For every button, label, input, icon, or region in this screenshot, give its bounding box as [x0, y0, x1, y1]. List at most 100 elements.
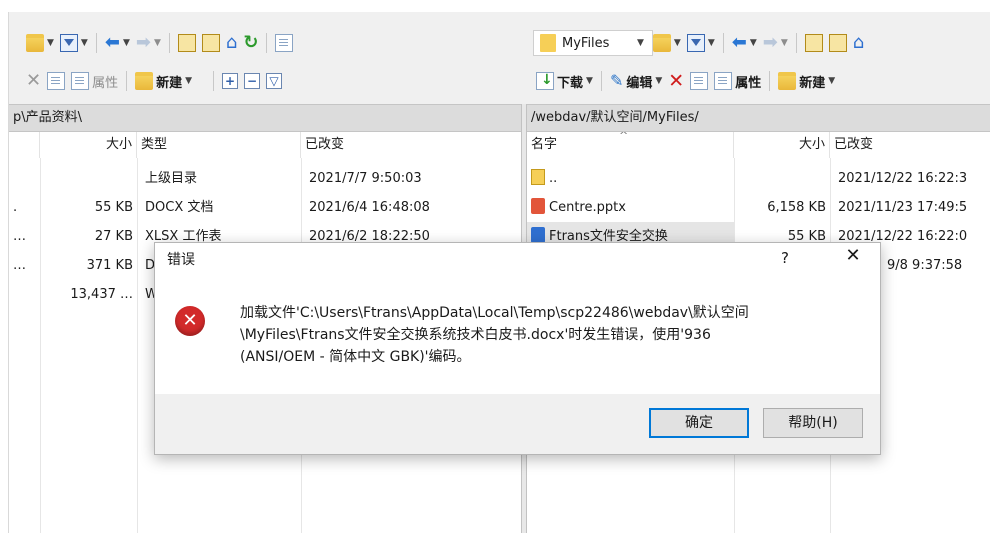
left-toolbar-nav: ▼ ▼ ⬅ ▼ ➡ ▼ ⌂ ↻: [23, 28, 296, 58]
chevron-down-icon: ▼: [153, 38, 161, 48]
refresh-icon: ↻: [243, 32, 259, 53]
chevron-down-icon: ▼: [122, 38, 130, 48]
chevron-down-icon[interactable]: ▼: [637, 38, 644, 48]
expand-button[interactable]: +: [219, 69, 241, 93]
edit-button[interactable]: ✎ 编辑 ▼: [607, 69, 665, 93]
rename-button[interactable]: [687, 69, 711, 93]
open-folder-icon: [26, 34, 44, 52]
plus-icon: +: [222, 73, 239, 89]
row-size: [734, 164, 830, 193]
close-icon[interactable]: ✕: [841, 245, 865, 266]
filter-icon: [59, 34, 78, 52]
row-name-marker: …: [13, 229, 26, 244]
back-arrow-icon: ⬅: [731, 32, 747, 53]
row-size: 6,158 KB: [767, 200, 826, 215]
toolbar-separator: [213, 71, 215, 91]
column-header-name[interactable]: 名字 ^: [527, 132, 734, 158]
column-header-modified[interactable]: 已改变: [830, 132, 990, 158]
root-directory-icon: [201, 34, 220, 52]
download-icon: [536, 72, 554, 90]
download-button[interactable]: 下载▼: [533, 69, 596, 93]
docx-file-icon: [531, 227, 545, 243]
home-button[interactable]: ⌂: [850, 31, 867, 55]
column-header-name-label: 名字: [531, 137, 558, 152]
open-folder-button[interactable]: ▼: [650, 31, 684, 55]
left-path-bar[interactable]: p\产品资料\: [9, 104, 521, 132]
column-header-size[interactable]: 大小: [734, 132, 830, 158]
new-button[interactable]: 新建 ▼: [132, 69, 195, 93]
row-name-label: ..: [549, 171, 558, 186]
home-button[interactable]: ⌂: [223, 31, 240, 55]
new-label: 新建: [799, 75, 826, 91]
left-toolbar-actions: ✕ 属性 新建 ▼ + − ▽: [23, 66, 285, 96]
collapse-button[interactable]: −: [241, 69, 263, 93]
column-header-name[interactable]: [9, 132, 40, 158]
column-header-type[interactable]: 类型: [137, 132, 301, 158]
properties-label: 属性: [735, 75, 762, 91]
delete-icon: ✕: [26, 70, 42, 91]
error-icon: ✕: [175, 306, 205, 336]
properties-label: 属性: [92, 75, 119, 91]
back-arrow-icon: ⬅: [104, 32, 120, 53]
row-name: ..: [527, 164, 734, 193]
properties-button[interactable]: 属性: [68, 69, 121, 93]
help-icon[interactable]: ?: [781, 249, 789, 267]
properties-button[interactable]: 属性: [711, 69, 764, 93]
parent-directory-icon: [531, 169, 545, 185]
chevron-down-icon: ▼: [185, 76, 193, 86]
rename-icon: [47, 72, 66, 90]
help-button[interactable]: 帮助(H): [763, 408, 863, 438]
right-path-bar[interactable]: /webdav/默认空间/MyFiles/: [527, 104, 990, 132]
delete-button[interactable]: ✕: [665, 69, 687, 93]
row-type: 上级目录: [145, 171, 198, 186]
right-toolbar-actions: 下载▼ ✎编辑▼ ✕ 属性 新建▼: [533, 66, 838, 96]
filter-button[interactable]: ▼: [684, 31, 718, 55]
chevron-down-icon: ▼: [655, 76, 663, 86]
root-dir-button[interactable]: [826, 31, 850, 55]
new-folder-icon: [135, 72, 154, 90]
chevron-down-icon: ▼: [780, 38, 788, 48]
chevron-down-icon: ▼: [586, 76, 593, 86]
delete-button[interactable]: ✕: [23, 69, 44, 93]
row-size: 13,437 …: [70, 287, 133, 302]
column-header-modified[interactable]: 已改变: [301, 132, 521, 158]
forward-button[interactable]: ➡ ▼: [133, 31, 164, 55]
toolbar-separator: [769, 71, 771, 91]
root-directory-icon: [828, 34, 847, 52]
row-modified: 2021/12/22 16:22:3: [838, 171, 968, 186]
rename-button[interactable]: [44, 69, 68, 93]
toolbar-separator: [126, 71, 128, 91]
row-name-label: Centre.pptx: [549, 200, 626, 215]
new-label: 新建: [156, 75, 183, 91]
open-folder-button[interactable]: ▼: [23, 31, 57, 55]
root-dir-button[interactable]: [199, 31, 223, 55]
back-button[interactable]: ⬅ ▼: [729, 31, 760, 55]
row-modified: 2021/7/7 9:50:03: [309, 171, 422, 186]
filter-select-button[interactable]: ▽: [263, 69, 285, 93]
toolbar-separator: [95, 33, 97, 53]
toolbar-separator: [795, 33, 797, 53]
column-divider: [137, 158, 138, 533]
back-button[interactable]: ⬅ ▼: [102, 31, 133, 55]
edit-pencil-icon: ✎: [609, 71, 624, 90]
parent-dir-button[interactable]: [802, 31, 826, 55]
properties-icon: [714, 72, 733, 90]
refresh-button[interactable]: ↻: [240, 31, 261, 55]
row-size: [40, 164, 137, 193]
location-dropdown[interactable]: MyFiles: [533, 30, 653, 56]
minus-icon: −: [244, 73, 261, 89]
find-files-button[interactable]: [272, 31, 296, 55]
ok-button[interactable]: 确定: [649, 408, 749, 438]
forward-button[interactable]: ➡ ▼: [760, 31, 791, 55]
parent-dir-button[interactable]: [175, 31, 199, 55]
filter-button[interactable]: ▼: [57, 31, 91, 55]
edit-label: 编辑: [626, 75, 653, 91]
error-message: 加载文件'C:\Users\Ftrans\AppData\Local\Temp\…: [240, 305, 749, 365]
location-name: MyFiles: [562, 35, 610, 51]
column-header-size[interactable]: 大小: [40, 132, 137, 158]
new-button[interactable]: 新建 ▼: [775, 69, 838, 93]
row-size: 371 KB: [86, 258, 133, 273]
row-name-marker: [9, 280, 40, 309]
home-icon: ⌂: [225, 32, 238, 53]
toolbar-separator: [600, 71, 602, 91]
